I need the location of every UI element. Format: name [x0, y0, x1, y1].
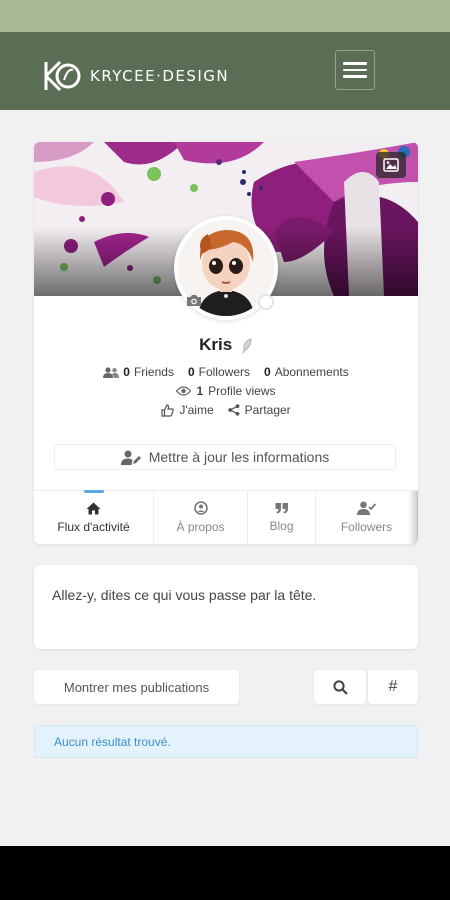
tab-blog[interactable]: Blog	[248, 491, 316, 544]
brand-logo[interactable]: KRYCEE·DESIGN	[40, 56, 229, 96]
tab-label: À propos	[176, 520, 225, 534]
change-cover-button[interactable]	[376, 152, 406, 178]
tab-followers[interactable]: Followers	[316, 491, 418, 544]
composer-placeholder[interactable]: Allez-y, dites ce qui vous passe par la …	[52, 587, 316, 603]
update-profile-button[interactable]: Mettre à jour les informations	[54, 444, 396, 470]
share-label: Partager	[244, 403, 291, 417]
profile-views: 1 Profile views	[34, 384, 418, 398]
menu-bar-icon	[343, 68, 367, 72]
views-label: Profile views	[208, 384, 276, 398]
eye-icon	[176, 386, 192, 396]
tab-about[interactable]: À propos	[154, 491, 248, 544]
post-composer[interactable]: Allez-y, dites ce qui vous passe par la …	[34, 565, 418, 649]
search-button[interactable]	[314, 670, 366, 704]
profile-stats: 0 Friends 0 Followers 0 Abonnements	[34, 365, 418, 379]
camera-icon	[187, 294, 201, 306]
friends-stat[interactable]: 0 Friends	[103, 365, 174, 379]
image-icon	[383, 158, 399, 172]
followers-count: 0	[187, 365, 195, 379]
user-circle-icon	[193, 501, 208, 515]
like-label: J'aime	[179, 403, 214, 417]
alert-message: Aucun résultat trouvé.	[54, 734, 171, 749]
logo-mark-icon	[44, 60, 81, 92]
update-profile-label: Mettre à jour les informations	[148, 449, 330, 465]
show-my-posts-label: Montrer mes publications	[63, 679, 210, 695]
online-status-indicator	[258, 294, 274, 310]
profile-name: Kris	[199, 335, 233, 354]
quote-icon	[275, 503, 288, 514]
search-icon	[332, 679, 348, 695]
tab-activity-feed[interactable]: Flux d'activité	[34, 490, 154, 544]
friends-count: 0	[123, 365, 130, 379]
thumbs-up-icon	[161, 403, 175, 417]
menu-bar-icon	[343, 75, 367, 78]
user-check-icon	[357, 501, 376, 515]
users-icon	[103, 366, 120, 378]
feather-icon	[242, 337, 252, 353]
subscriptions-count: 0	[264, 365, 271, 379]
hashtag-label: #	[388, 678, 398, 695]
hashtag-button[interactable]: #	[368, 670, 418, 704]
menu-bar-icon	[343, 62, 367, 65]
friends-label: Friends	[133, 365, 174, 379]
hamburger-menu-button[interactable]	[335, 50, 375, 90]
tab-label: Flux d'activité	[57, 519, 130, 534]
user-edit-icon	[120, 450, 141, 465]
profile-card: Kris 0 Friends 0 Followers 0 Abonnements	[34, 142, 418, 544]
share-icon	[227, 404, 240, 416]
brand-name: KRYCEE·DESIGN	[90, 67, 230, 85]
app-header: KRYCEE·DESIGN	[0, 32, 450, 110]
like-button[interactable]: J'aime	[161, 403, 214, 417]
profile-name-row: Kris	[34, 335, 418, 355]
profile-actions: J'aime Partager	[34, 403, 418, 417]
share-button[interactable]: Partager	[227, 403, 291, 417]
no-results-alert: Aucun résultat trouvé.	[34, 725, 418, 758]
profile-tabs: Flux d'activité À propos Blog Followers	[34, 490, 418, 544]
change-avatar-button[interactable]	[182, 289, 206, 311]
show-my-posts-button[interactable]: Montrer mes publications	[34, 670, 239, 704]
system-navigation-bar	[0, 846, 450, 900]
avatar-frame[interactable]	[174, 216, 278, 320]
status-bar	[0, 0, 450, 32]
tab-label: Followers	[340, 520, 393, 534]
subscriptions-label: Abonnements	[274, 365, 349, 379]
subscriptions-stat[interactable]: 0 Abonnements	[264, 365, 349, 379]
followers-label: Followers	[198, 365, 250, 379]
tab-label: Blog	[269, 519, 294, 533]
views-count: 1	[196, 384, 204, 398]
home-icon	[86, 502, 101, 514]
tabs-scroll-shadow	[408, 491, 418, 544]
followers-stat[interactable]: 0 Followers	[188, 365, 250, 379]
